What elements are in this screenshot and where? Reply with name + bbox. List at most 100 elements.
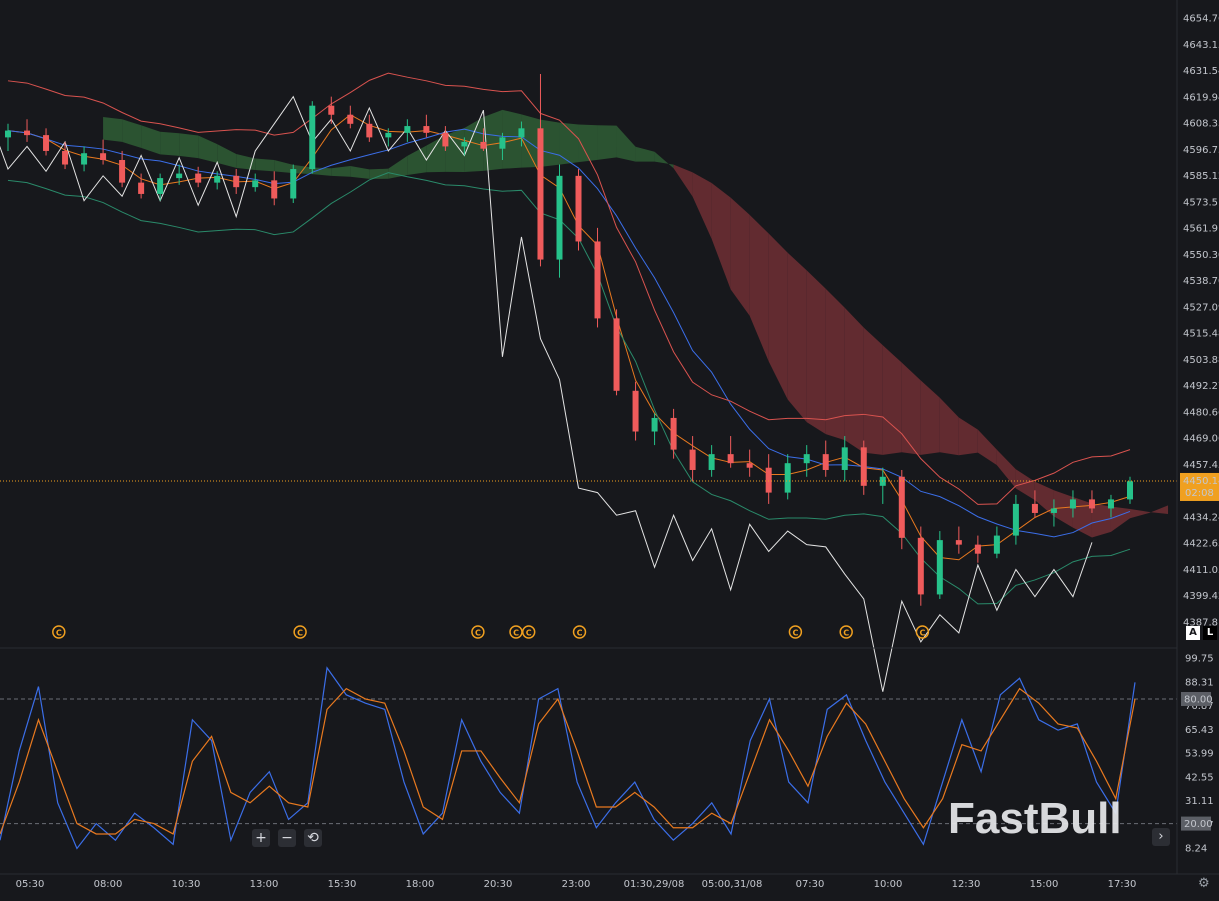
osc-level-label: 20.00 xyxy=(1184,819,1213,830)
zoom-in-button[interactable]: + xyxy=(252,829,270,847)
cloud-segment xyxy=(407,145,427,176)
event-marker-icon[interactable]: C xyxy=(293,625,307,639)
lower-band-line xyxy=(7,172,1131,605)
event-marker-icon[interactable]: C xyxy=(788,625,803,639)
osc-tick-label: 31.11 xyxy=(1185,796,1214,807)
candle-body xyxy=(290,169,297,199)
event-marker-icon[interactable]: C xyxy=(471,625,485,639)
candle-up xyxy=(556,164,563,278)
candle-body xyxy=(328,105,335,115)
candle-body xyxy=(822,454,829,470)
time-tick-label: 05:30 xyxy=(16,879,45,890)
event-marker-glyph: C xyxy=(792,629,798,638)
time-tick-label: 15:00 xyxy=(1030,879,1059,890)
osc-tick-label: 42.55 xyxy=(1185,772,1214,783)
price-tick-label: 4631.54 xyxy=(1183,66,1219,77)
cloud-segment xyxy=(882,345,902,455)
cloud-segment xyxy=(939,397,959,456)
candle-body xyxy=(366,123,373,138)
candle-body xyxy=(195,173,202,183)
candle-up xyxy=(1012,494,1019,545)
candle-body xyxy=(784,463,791,493)
auto-scale-button[interactable]: A xyxy=(1186,626,1200,640)
candle-body xyxy=(480,141,487,149)
cloud-segment xyxy=(901,362,921,455)
candle-down xyxy=(632,381,639,441)
cloud-segment xyxy=(730,197,750,316)
candle-up xyxy=(252,173,259,192)
event-marker-glyph: C xyxy=(526,629,532,638)
current-price-value: 4450.14 xyxy=(1183,476,1219,487)
event-marker-glyph: C xyxy=(297,629,303,638)
log-scale-button[interactable]: L xyxy=(1203,626,1217,640)
candle-body xyxy=(81,153,88,165)
candle-body xyxy=(613,318,620,391)
candle-body xyxy=(974,544,981,554)
time-tick-label: 23:00 xyxy=(562,879,591,890)
candle-body xyxy=(1107,499,1114,509)
candle-down xyxy=(613,309,620,396)
osc-level-label: 80.00 xyxy=(1184,695,1213,706)
candle-body xyxy=(157,178,164,194)
time-tick-label: 15:30 xyxy=(328,879,357,890)
candle-body xyxy=(993,535,1000,554)
time-tick-label: 20:30 xyxy=(484,879,513,890)
fastbull-logo: FastBull xyxy=(948,794,1122,843)
candle-body xyxy=(765,467,772,493)
event-markers[interactable]: CCCCCCCCC xyxy=(52,625,930,639)
candle-body xyxy=(727,454,734,464)
scroll-right-button[interactable]: › xyxy=(1152,828,1170,846)
time-tick-label: 07:30 xyxy=(796,879,825,890)
cloud-segment xyxy=(388,155,408,179)
candle-body xyxy=(404,126,411,133)
event-marker-icon[interactable]: C xyxy=(52,625,66,639)
event-marker-icon[interactable]: C xyxy=(521,625,536,639)
reset-view-button[interactable]: ⟲ xyxy=(304,829,322,847)
price-chart[interactable]: CCCCCCCCC 4654.764643.154631.544619.9446… xyxy=(0,0,1219,901)
candle-down xyxy=(974,535,981,563)
candle-down xyxy=(575,169,582,251)
event-marker-icon[interactable]: C xyxy=(839,625,853,639)
zoom-out-button[interactable]: − xyxy=(278,829,296,847)
candle-body xyxy=(100,153,107,161)
event-marker-icon[interactable]: C xyxy=(509,625,523,639)
cloud-segment xyxy=(141,125,161,155)
event-marker-icon[interactable]: C xyxy=(915,625,930,639)
settings-gear-icon[interactable]: ⚙ xyxy=(1198,876,1210,891)
candle-up xyxy=(784,454,791,500)
candle-body xyxy=(746,463,753,468)
cloud-segment xyxy=(920,380,940,455)
candle-up xyxy=(1127,476,1133,504)
candle-body xyxy=(138,182,145,194)
candle-down xyxy=(670,408,677,459)
candle-body xyxy=(309,105,316,170)
cloud-segment xyxy=(844,307,864,453)
price-tick-label: 4503.88 xyxy=(1183,355,1219,366)
candle-body xyxy=(936,540,943,595)
kijun-line xyxy=(7,128,1131,538)
candle-up xyxy=(651,413,658,446)
candle-body xyxy=(271,180,278,199)
candle-body xyxy=(1050,508,1057,513)
event-marker-icon[interactable]: C xyxy=(572,625,587,639)
cloud-segment xyxy=(749,214,769,362)
candle-down xyxy=(727,436,734,468)
price-axis: 4654.76 4643.15 4631.54 4619.94 4608.33 4596.… xyxy=(1183,14,1219,629)
candle-up xyxy=(936,531,943,599)
candle-down xyxy=(195,166,202,188)
cloud-segment xyxy=(1149,505,1169,514)
candle-body xyxy=(689,449,696,470)
candle-down xyxy=(860,440,867,495)
event-marker-glyph: C xyxy=(919,629,925,638)
osc-tick-label: 53.99 xyxy=(1185,749,1214,760)
ichimoku-cloud xyxy=(103,109,1169,538)
candle-body xyxy=(708,454,715,470)
cloud-segment xyxy=(160,131,180,156)
price-tick-label: 4411.03 xyxy=(1183,565,1219,576)
candle-up xyxy=(290,164,297,203)
candle-body xyxy=(233,175,240,188)
cloud-segment xyxy=(122,119,142,148)
candle-body xyxy=(803,454,810,464)
price-tick-label: 4399.42 xyxy=(1183,591,1219,602)
candle-down xyxy=(119,150,126,188)
